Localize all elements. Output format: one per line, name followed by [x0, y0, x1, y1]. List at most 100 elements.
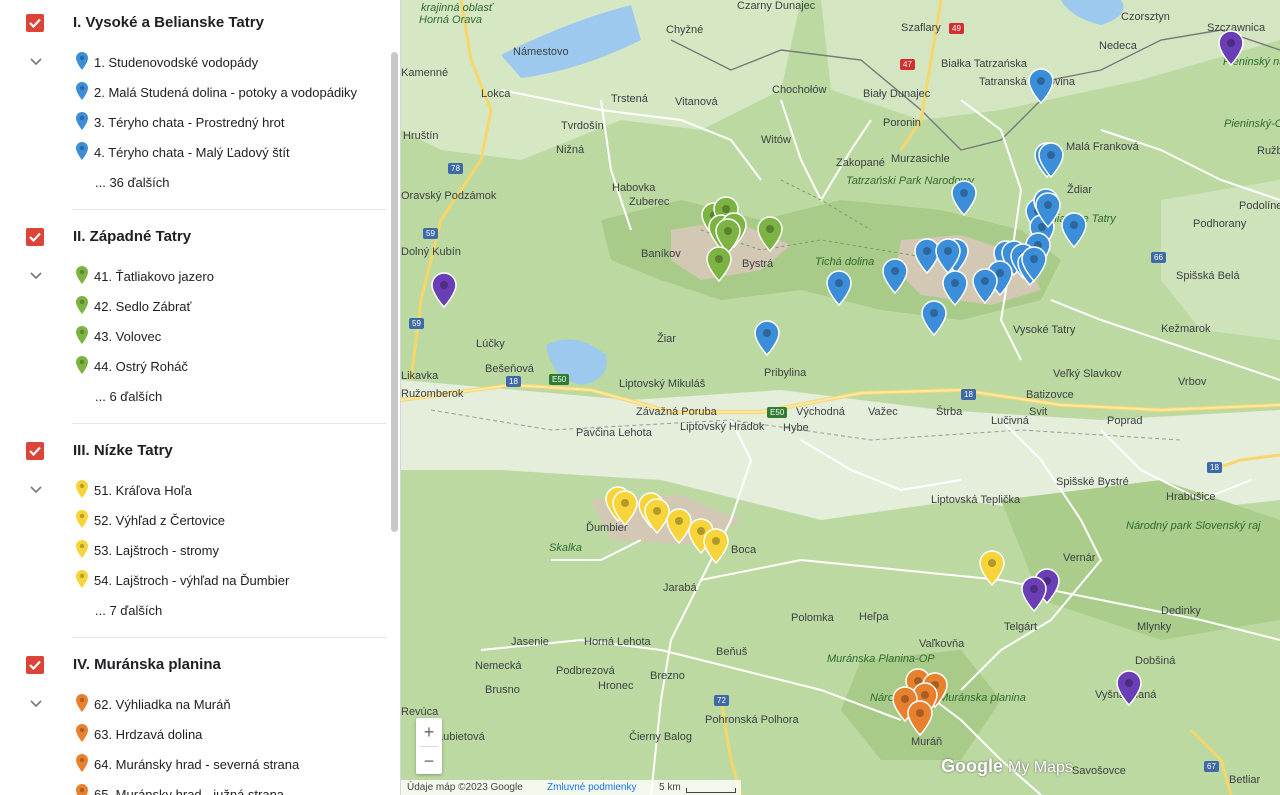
section-divider [72, 209, 386, 210]
layer-section: III. Nízke Tatry 51. Kráľova Hoľa 52. Vý… [0, 428, 386, 638]
feature-label: 62. Výhliadka na Muráň [94, 697, 231, 712]
layer-visibility-checkbox[interactable] [26, 14, 44, 32]
layer-feature-item[interactable]: 63. Hrdzavá dolina [0, 719, 386, 749]
layers-sidebar: I. Vysoké a Belianske Tatry 1. Studenovo… [0, 0, 401, 795]
more-items-link[interactable]: ... 36 ďalších [95, 175, 169, 190]
map-place-label: Ružomberok [401, 388, 464, 400]
map-pin-icon[interactable] [1218, 30, 1244, 67]
zoom-out-button[interactable]: − [416, 747, 442, 775]
map-pin-icon[interactable] [951, 180, 977, 217]
map-pin-icon[interactable] [706, 246, 732, 283]
road-number-shield: 66 [1151, 252, 1166, 263]
map-pin-icon [76, 356, 88, 379]
map-pin-icon[interactable] [1035, 192, 1061, 229]
map-place-label: Námestovo [513, 46, 569, 58]
layer-feature-item[interactable]: 4. Téryho chata - Malý Ľadový štít [0, 137, 386, 167]
map-pin-icon[interactable] [1021, 576, 1047, 613]
layer-feature-item[interactable]: 44. Ostrý Roháč [0, 351, 386, 381]
map-place-label: Podolínec [1239, 200, 1280, 212]
map-pin-icon[interactable] [935, 238, 961, 275]
feature-label: 52. Výhľad z Čertovice [94, 513, 225, 528]
map-footer: Údaje máp ©2023 Google Zmluvné podmienky… [401, 780, 741, 795]
layer-visibility-checkbox[interactable] [26, 442, 44, 460]
map-place-label: Likavka [401, 370, 439, 382]
map-place-label: Czorsztyn [1121, 11, 1170, 23]
terms-link[interactable]: Zmluvné podmienky [547, 780, 636, 795]
google-wordmark: Google [941, 756, 1003, 776]
map-place-label: Národný park Slovenský raj [1126, 520, 1261, 532]
layer-feature-item[interactable]: 54. Lajštroch - výhľad na Ďumbier [0, 565, 386, 595]
more-items-link[interactable]: ... 7 ďalších [95, 603, 162, 618]
map-pin-icon[interactable] [921, 300, 947, 337]
more-items-link[interactable]: ... 6 ďalších [95, 389, 162, 404]
layer-feature-item[interactable]: 53. Lajštroch - stromy [0, 535, 386, 565]
map-place-label: Vaľkovňa [919, 638, 965, 650]
map-place-label: Skalka [549, 542, 583, 554]
map-place-label: Białka Tatrzańska [941, 58, 1028, 70]
sidebar-scrollbar[interactable] [391, 52, 398, 532]
layer-feature-item[interactable]: 41. Ťatliakovo jazero [0, 261, 386, 291]
feature-label: 51. Kráľova Hoľa [94, 483, 192, 498]
map-pin-icon[interactable] [1061, 212, 1087, 249]
layer-feature-item[interactable]: 52. Výhľad z Čertovice [0, 505, 386, 535]
road-number-shield: E50 [549, 374, 570, 385]
map-place-label: Polomka [791, 612, 834, 624]
map-pin-icon[interactable] [1038, 142, 1064, 179]
layer-visibility-checkbox[interactable] [26, 656, 44, 674]
feature-label: 1. Studenovodské vodopády [94, 55, 259, 70]
layer-feature-item[interactable]: 42. Sedlo Zábrať [0, 291, 386, 321]
map-pin-icon[interactable] [754, 320, 780, 357]
layer-section: II. Západné Tatry 41. Ťatliakovo jazero … [0, 214, 386, 424]
map-pin-icon [76, 326, 88, 349]
map-place-label: Ždiar [1067, 184, 1093, 196]
map-pin-icon[interactable] [907, 700, 933, 737]
feature-label: 54. Lajštroch - výhľad na Ďumbier [94, 573, 290, 588]
feature-label: 53. Lajštroch - stromy [94, 543, 219, 558]
scale-label: 5 km [659, 782, 681, 793]
map-place-label: Podbrezová [556, 665, 615, 677]
road-number-shield: 18 [961, 389, 976, 400]
map-place-label: Oravský Podzámok [401, 190, 497, 202]
map-place-label: Hybe [783, 422, 809, 434]
zoom-in-button[interactable]: + [416, 718, 442, 746]
map-pin-icon[interactable] [972, 268, 998, 305]
map-place-label: Jarabá [663, 582, 697, 594]
map-place-label: Hrabušice [1166, 491, 1216, 503]
layer-title: I. Vysoké a Belianske Tatry [73, 14, 264, 31]
map-pin-icon[interactable] [1116, 670, 1142, 707]
map-pin-icon[interactable] [826, 270, 852, 307]
layer-feature-item[interactable]: 64. Muránsky hrad - severná strana [0, 749, 386, 779]
map-pin-icon [76, 296, 88, 319]
map-pin-icon[interactable] [1021, 246, 1047, 283]
layer-section: IV. Muránska planina 62. Výhliadka na Mu… [0, 642, 386, 795]
map-place-label: Baníkov [641, 248, 681, 260]
map-place-label: Vernár [1063, 552, 1096, 564]
layer-feature-item[interactable]: 1. Studenovodské vodopády [0, 47, 386, 77]
layer-feature-item[interactable]: 51. Kráľova Hoľa [0, 475, 386, 505]
layer-feature-item[interactable]: 65. Muránsky hrad - južná strana [0, 779, 386, 795]
layer-feature-item[interactable]: 3. Téryho chata - Prostredný hrot [0, 107, 386, 137]
map-place-label: Malá Franková [1066, 141, 1139, 153]
map-pin-icon[interactable] [1028, 68, 1054, 105]
layer-visibility-checkbox[interactable] [26, 228, 44, 246]
map-pin-icon[interactable] [757, 216, 783, 253]
layer-feature-item[interactable]: 2. Malá Studená dolina - potoky a vodopá… [0, 77, 386, 107]
map-place-label: Hronec [598, 680, 634, 692]
layer-header: II. Západné Tatry [0, 214, 386, 260]
map-pin-icon[interactable] [703, 528, 729, 565]
road-number-shield: E50 [767, 407, 788, 418]
map-place-label: Ľubietová [437, 731, 485, 743]
map-canvas[interactable]: krajinná oblasť Horná Orava Chyžné Czarny D… [401, 0, 1280, 795]
map-pin-icon [76, 266, 88, 289]
map-place-label: Chochołów [772, 84, 827, 96]
map-place-label: Zakopané [836, 157, 885, 169]
feature-label: 4. Téryho chata - Malý Ľadový štít [94, 145, 290, 160]
map-pin-icon[interactable] [979, 550, 1005, 587]
layer-feature-item[interactable]: 62. Výhliadka na Muráň [0, 689, 386, 719]
map-pin-icon[interactable] [431, 272, 457, 309]
map-place-label: Dolný Kubín [401, 246, 461, 258]
road-number-shield: 18 [1207, 462, 1222, 473]
map-pin-icon[interactable] [882, 258, 908, 295]
map-pin-icon[interactable] [612, 490, 638, 527]
layer-feature-item[interactable]: 43. Volovec [0, 321, 386, 351]
